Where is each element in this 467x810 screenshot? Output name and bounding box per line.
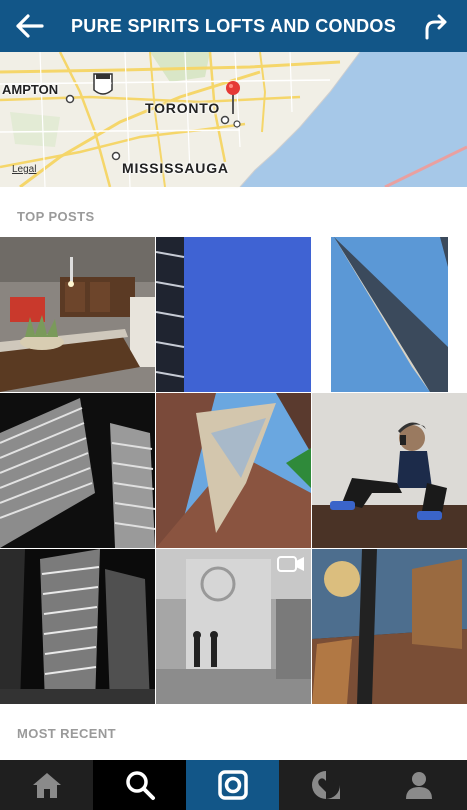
location-map[interactable]: AMPTON 407 TORONTO MISSISSAUGA Legal [0, 52, 467, 187]
tower-corner-sky-photo[interactable] [312, 237, 467, 392]
profile-icon[interactable] [372, 760, 465, 810]
bottom-tab-bar [0, 760, 467, 810]
activity-heart-icon[interactable] [279, 760, 372, 810]
camera-icon[interactable] [186, 760, 279, 810]
page-title: PURE SPIRITS LOFTS AND CONDOS [70, 16, 397, 36]
musicians-street-video[interactable] [156, 549, 311, 704]
reflection-street-photo[interactable] [312, 549, 467, 704]
most-recent-heading: MOST RECENT [17, 726, 117, 741]
map-label-highway: 407 [97, 81, 113, 91]
condo-balconies-sky-photo[interactable] [156, 237, 311, 392]
brick-building-upward-photo[interactable] [156, 393, 311, 548]
search-icon[interactable] [93, 760, 186, 810]
map-label-hampton: AMPTON [2, 82, 59, 97]
arrow-left-icon[interactable] [14, 12, 46, 40]
map-label-toronto: TORONTO [145, 100, 221, 116]
bw-condo-towers-photo[interactable] [0, 393, 155, 548]
map-legal-link[interactable]: Legal [12, 164, 36, 175]
posts-grid [0, 237, 467, 705]
woman-sitting-selfie-photo[interactable] [312, 393, 467, 548]
map-label-mississauga: MISSISSAUGA [122, 160, 229, 176]
bw-tower-night-photo[interactable] [0, 549, 155, 704]
top-app-bar: PURE SPIRITS LOFTS AND CONDOS [0, 0, 467, 52]
kitchen-interior-photo[interactable] [0, 237, 155, 392]
home-icon[interactable] [0, 760, 93, 810]
share-arrow-icon[interactable] [421, 12, 451, 40]
top-posts-heading: TOP POSTS [17, 209, 95, 224]
